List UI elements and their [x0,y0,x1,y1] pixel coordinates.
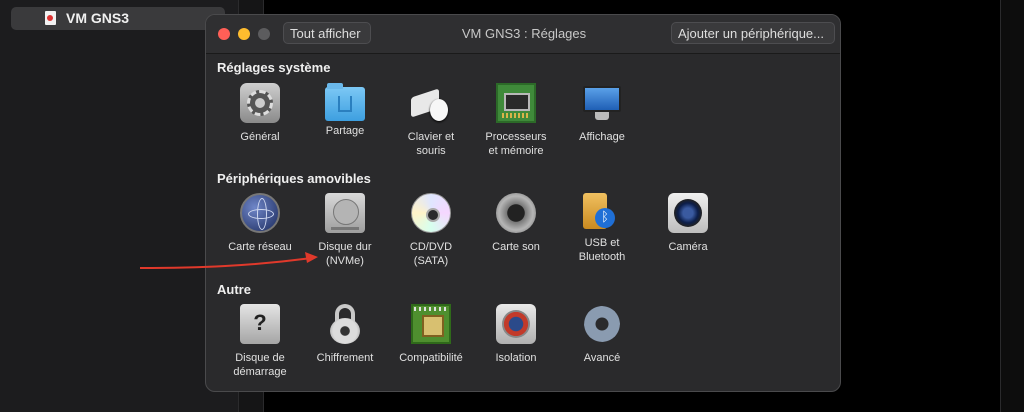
pref-label: Avancé [583,352,621,364]
hard-disk-icon [325,193,365,233]
pref-cd-dvd[interactable]: CD/DVD (SATA) [386,193,476,268]
pref-keyboard-mouse[interactable]: Clavier et souris [386,83,476,158]
pref-label: USB et Bluetooth [578,237,626,263]
shared-folder-icon [325,83,365,121]
pref-display[interactable]: Affichage [557,83,647,144]
pref-label: Carte réseau [228,241,292,253]
pref-label: Processeurs et mémoire [485,131,547,157]
vm-name-label: VM GNS3 [66,10,130,26]
pref-encryption[interactable]: Chiffrement [300,304,390,365]
pref-label: Affichage [579,131,625,143]
camera-icon [668,193,708,233]
keyboard-mouse-icon [411,83,451,123]
pref-advanced[interactable]: Avancé [557,304,647,365]
pref-network-card[interactable]: Carte réseau [215,193,305,254]
pref-general[interactable]: Général [215,83,305,144]
section-title-removable: Périphériques amovibles [217,171,371,186]
network-globe-icon [240,193,280,233]
advanced-gear-icon [582,304,622,344]
pref-sound-card[interactable]: Carte son [471,193,561,254]
usb-bluetooth-icon [583,193,615,229]
section-title-other: Autre [217,282,251,297]
pref-startup-disk[interactable]: Disque de démarrage [215,304,305,379]
pref-camera[interactable]: Caméra [643,193,733,254]
memory-board-icon [496,83,536,123]
pref-compatibility[interactable]: Compatibilité [386,304,476,365]
pref-label: Partage [325,125,365,137]
background-panel [1000,0,1024,412]
isolation-icon [496,304,536,344]
pref-label: Compatibilité [399,352,463,364]
cd-dvd-icon [411,193,451,233]
pref-label: Caméra [668,241,708,253]
pref-label: CD/DVD (SATA) [409,241,453,267]
pref-label: Général [240,131,280,143]
settings-window: Tout afficher VM GNS3 : Réglages Ajouter… [205,14,841,392]
startup-disk-icon [240,304,280,344]
sidebar-item-vm[interactable]: VM GNS3 [11,7,225,30]
app-sidebar [0,0,239,412]
pref-label: Isolation [495,352,537,364]
gear-icon [240,83,280,123]
monitor-icon [582,83,622,123]
chip-icon [411,304,451,344]
pref-label: Carte son [492,241,540,253]
pref-usb-bluetooth[interactable]: USB et Bluetooth [557,193,647,264]
pref-label: Disque dur (NVMe) [318,241,372,267]
speaker-icon [496,193,536,233]
pref-processors-memory[interactable]: Processeurs et mémoire [471,83,561,158]
pref-isolation[interactable]: Isolation [471,304,561,365]
pref-label: Clavier et souris [407,131,455,157]
pref-hard-disk[interactable]: Disque dur (NVMe) [300,193,390,268]
pref-sharing[interactable]: Partage [300,83,390,138]
pref-label: Chiffrement [316,352,374,364]
vm-document-icon [45,11,56,25]
window-titlebar: Tout afficher VM GNS3 : Réglages Ajouter… [206,15,840,54]
add-device-button[interactable]: Ajouter un périphérique... [671,22,835,44]
section-title-system: Réglages système [217,60,331,75]
pref-label: Disque de démarrage [233,352,287,378]
lock-icon [325,304,365,344]
